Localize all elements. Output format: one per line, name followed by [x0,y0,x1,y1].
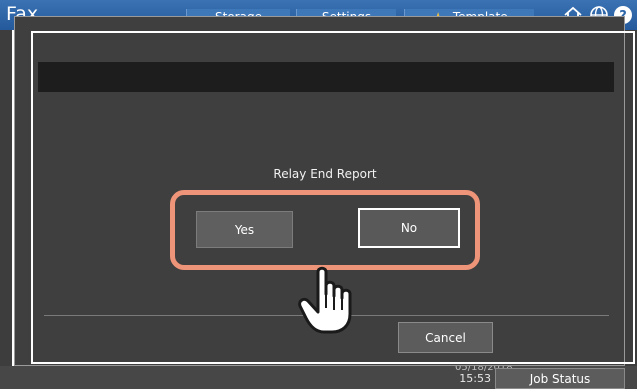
cancel-button[interactable]: Cancel [398,322,493,353]
cancel-button-label: Cancel [425,330,466,345]
dialog-prompt: Relay End Report [273,167,377,181]
yes-button[interactable]: Yes [196,211,293,248]
clock: 05/18/2018 15:53 [455,362,513,389]
no-button[interactable]: No [358,208,460,248]
yes-button-label: Yes [234,222,255,237]
job-status-button[interactable]: Job Status [495,368,625,389]
message-bar [38,62,614,92]
pointing-hand-icon [296,264,360,336]
clock-time: 15:53 [459,372,491,385]
no-button-label: No [400,221,418,235]
background-panel-left [0,30,12,389]
job-status-label: Job Status [529,371,591,386]
